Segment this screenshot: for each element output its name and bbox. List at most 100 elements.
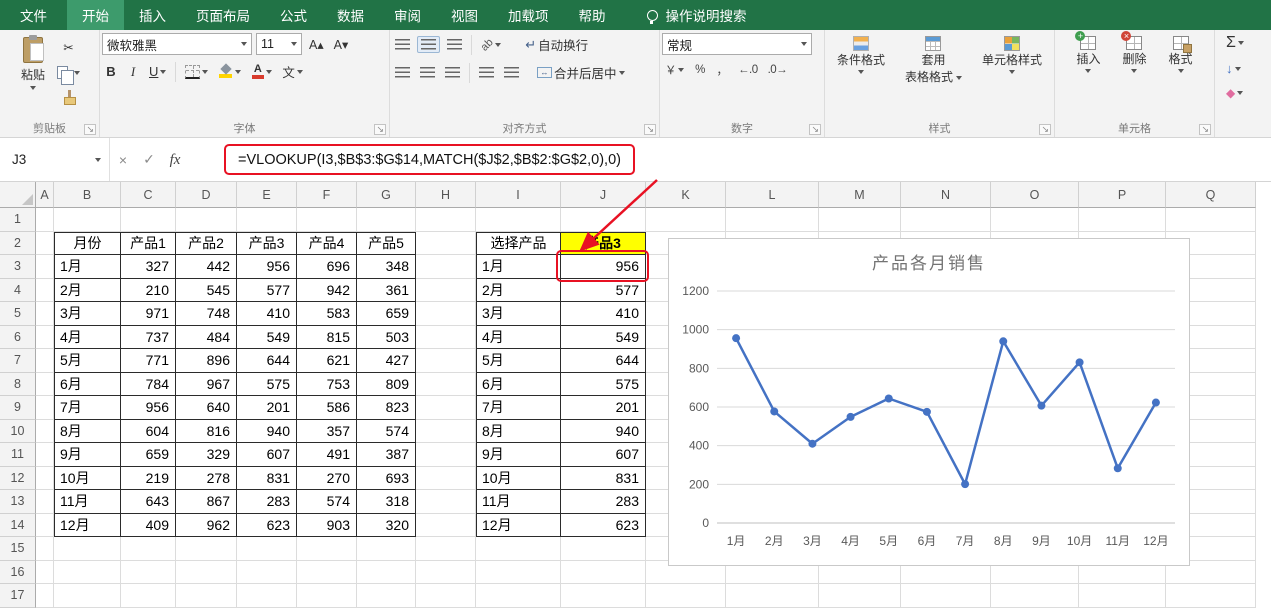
cell-D17[interactable] xyxy=(176,584,237,608)
cell-G10[interactable]: 574 xyxy=(357,419,416,443)
paste-button[interactable]: 粘贴 xyxy=(16,33,50,120)
cell-E2[interactable]: 产品3 xyxy=(237,231,297,255)
cell-C8[interactable]: 784 xyxy=(121,372,176,396)
align-center-button[interactable] xyxy=(417,65,438,80)
cell-E16[interactable] xyxy=(237,560,297,584)
cell-C9[interactable]: 956 xyxy=(121,396,176,420)
increase-font-size-button[interactable]: A▴ xyxy=(306,35,327,54)
cell-E11[interactable]: 607 xyxy=(237,443,297,467)
cell-B10[interactable]: 8月 xyxy=(54,419,121,443)
decrease-decimal-button[interactable]: .0→ xyxy=(765,62,791,78)
row-header-4[interactable]: 4 xyxy=(0,278,36,302)
column-header-M[interactable]: M xyxy=(819,182,901,208)
column-header-F[interactable]: F xyxy=(297,182,357,208)
tell-me-search[interactable]: 操作说明搜索 xyxy=(637,0,757,30)
cell-H7[interactable] xyxy=(416,349,476,373)
cell-B13[interactable]: 11月 xyxy=(54,490,121,514)
cell-D7[interactable]: 896 xyxy=(176,349,237,373)
cell-H6[interactable] xyxy=(416,325,476,349)
tab-help[interactable]: 帮助 xyxy=(564,0,621,30)
cell-G12[interactable]: 693 xyxy=(357,466,416,490)
row-header-9[interactable]: 9 xyxy=(0,396,36,420)
cell-J13[interactable]: 283 xyxy=(561,490,646,514)
cell-E5[interactable]: 410 xyxy=(237,302,297,326)
font-name-select[interactable]: 微软雅黑 xyxy=(102,33,252,55)
cell-G5[interactable]: 659 xyxy=(357,302,416,326)
cell-E14[interactable]: 623 xyxy=(237,513,297,537)
column-header-P[interactable]: P xyxy=(1079,182,1166,208)
column-header-E[interactable]: E xyxy=(237,182,297,208)
tab-add-ins[interactable]: 加载项 xyxy=(493,0,564,30)
cell-I13[interactable]: 11月 xyxy=(476,490,561,514)
clipboard-dialog-launcher[interactable]: ↘ xyxy=(84,124,96,135)
tab-insert[interactable]: 插入 xyxy=(124,0,181,30)
cell-B8[interactable]: 6月 xyxy=(54,372,121,396)
cell-Q17[interactable] xyxy=(1166,584,1256,608)
insert-cells-button[interactable]: 插入 xyxy=(1070,31,1106,120)
cell-L17[interactable] xyxy=(726,584,819,608)
cell-J16[interactable] xyxy=(561,560,646,584)
cell-J10[interactable]: 940 xyxy=(561,419,646,443)
row-header-16[interactable]: 16 xyxy=(0,560,36,584)
cell-D2[interactable]: 产品2 xyxy=(176,231,237,255)
cell-J3[interactable]: 956 xyxy=(561,255,646,279)
cell-B1[interactable] xyxy=(54,208,121,232)
cell-E6[interactable]: 549 xyxy=(237,325,297,349)
cell-D4[interactable]: 545 xyxy=(176,278,237,302)
formula-input[interactable]: =VLOOKUP(I3,$B$3:$G$14,MATCH($J$2,$B$2:$… xyxy=(238,152,621,168)
cell-E17[interactable] xyxy=(237,584,297,608)
cancel-button[interactable]: × xyxy=(110,152,136,168)
format-as-table-button[interactable]: 套用 表格格式 xyxy=(899,33,968,120)
column-header-O[interactable]: O xyxy=(991,182,1079,208)
cell-G11[interactable]: 387 xyxy=(357,443,416,467)
cell-D1[interactable] xyxy=(176,208,237,232)
cell-B14[interactable]: 12月 xyxy=(54,513,121,537)
cell-A15[interactable] xyxy=(36,537,54,561)
cell-G7[interactable]: 427 xyxy=(357,349,416,373)
cell-J9[interactable]: 201 xyxy=(561,396,646,420)
align-right-button[interactable] xyxy=(442,65,463,80)
cell-F15[interactable] xyxy=(297,537,357,561)
font-size-select[interactable]: 11 xyxy=(256,33,302,55)
row-header-6[interactable]: 6 xyxy=(0,325,36,349)
cell-C7[interactable]: 771 xyxy=(121,349,176,373)
cell-C2[interactable]: 产品1 xyxy=(121,231,176,255)
align-top-button[interactable] xyxy=(392,37,413,52)
insert-function-button[interactable]: fx xyxy=(162,151,188,169)
cell-O1[interactable] xyxy=(991,208,1079,232)
cell-M17[interactable] xyxy=(819,584,901,608)
cell-I8[interactable]: 6月 xyxy=(476,372,561,396)
row-header-7[interactable]: 7 xyxy=(0,349,36,373)
row-header-8[interactable]: 8 xyxy=(0,372,36,396)
cell-B2[interactable]: 月份 xyxy=(54,231,121,255)
font-color-button[interactable]: A xyxy=(248,62,275,81)
cell-G2[interactable]: 产品5 xyxy=(357,231,416,255)
row-header-5[interactable]: 5 xyxy=(0,302,36,326)
cell-B6[interactable]: 4月 xyxy=(54,325,121,349)
cell-G3[interactable]: 348 xyxy=(357,255,416,279)
column-header-N[interactable]: N xyxy=(901,182,991,208)
cell-E15[interactable] xyxy=(237,537,297,561)
cell-I17[interactable] xyxy=(476,584,561,608)
cell-Q1[interactable] xyxy=(1166,208,1256,232)
accounting-format-button[interactable]: ￥ xyxy=(662,60,687,80)
format-painter-button[interactable] xyxy=(54,88,83,107)
cell-J15[interactable] xyxy=(561,537,646,561)
cell-H11[interactable] xyxy=(416,443,476,467)
cell-C13[interactable]: 643 xyxy=(121,490,176,514)
cell-H3[interactable] xyxy=(416,255,476,279)
cell-F3[interactable]: 696 xyxy=(297,255,357,279)
cell-C10[interactable]: 604 xyxy=(121,419,176,443)
row-header-11[interactable]: 11 xyxy=(0,443,36,467)
alignment-dialog-launcher[interactable]: ↘ xyxy=(644,124,656,135)
cell-I12[interactable]: 10月 xyxy=(476,466,561,490)
tab-home[interactable]: 开始 xyxy=(67,0,124,30)
cell-G8[interactable]: 809 xyxy=(357,372,416,396)
cell-H9[interactable] xyxy=(416,396,476,420)
cell-N1[interactable] xyxy=(901,208,991,232)
cell-F8[interactable]: 753 xyxy=(297,372,357,396)
name-box[interactable]: J3 xyxy=(0,138,110,181)
cell-P17[interactable] xyxy=(1079,584,1166,608)
cell-D6[interactable]: 484 xyxy=(176,325,237,349)
column-header-H[interactable]: H xyxy=(416,182,476,208)
